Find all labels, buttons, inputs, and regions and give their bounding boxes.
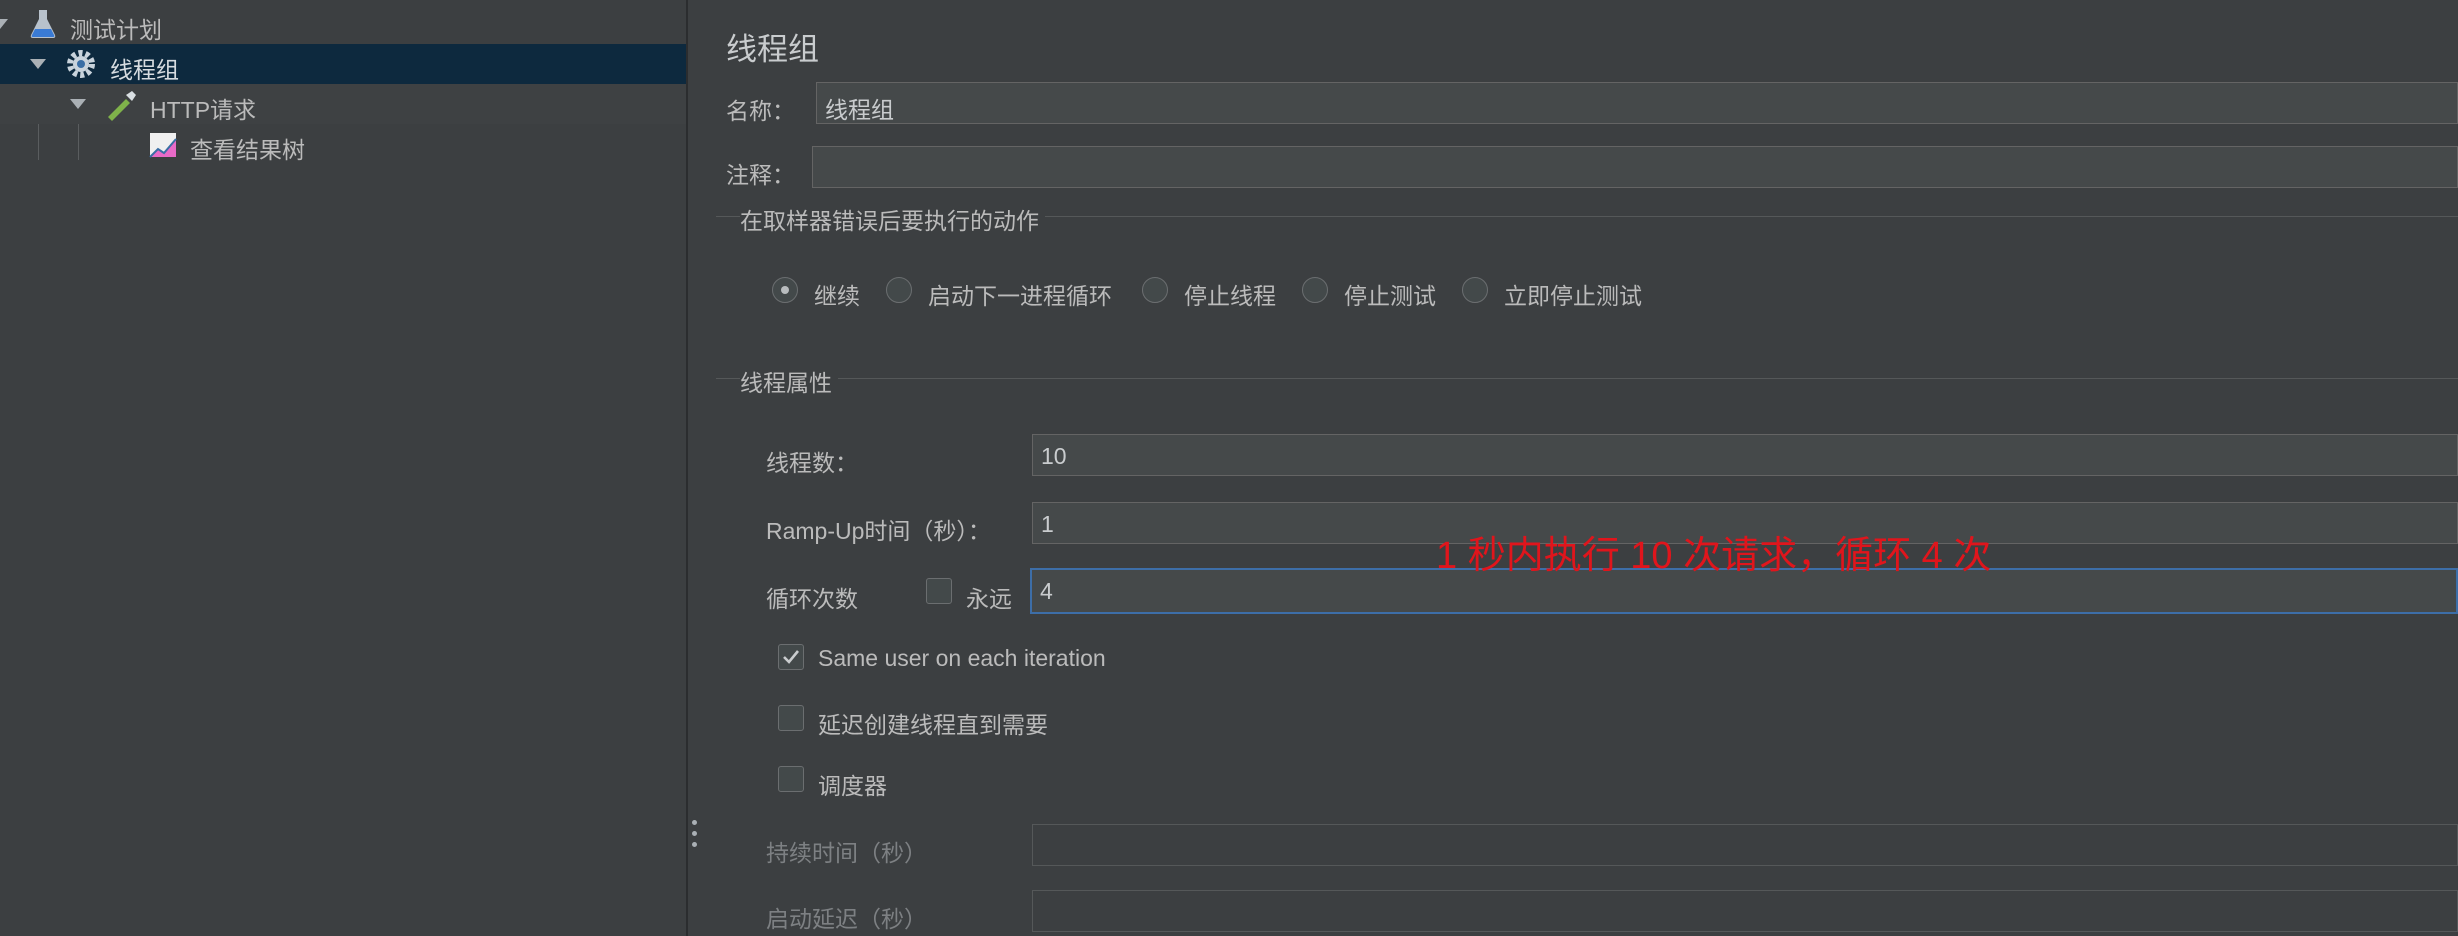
threads-label: 线程数：: [766, 450, 858, 476]
radio-stop-thread[interactable]: [1142, 277, 1168, 303]
loop-count-label: 循环次数: [766, 586, 858, 612]
duration-label: 持续时间（秒）: [766, 840, 927, 866]
comment-field[interactable]: [812, 146, 2458, 188]
name-field[interactable]: 线程组: [816, 82, 2458, 124]
thread-properties-group-title: 线程属性: [740, 364, 838, 398]
tree-item-thread-group[interactable]: 线程组: [0, 44, 686, 84]
radio-continue-label: 继续: [814, 283, 860, 309]
thread-group-panel: 线程组 名称： 线程组 注释： 在取样器错误后要执行的动作 继续 启动下一进程循…: [706, 0, 2458, 936]
checkmark-icon: [783, 650, 800, 664]
radio-stop-test-now-label: 立即停止测试: [1504, 283, 1642, 309]
radio-start-next-loop[interactable]: [886, 277, 912, 303]
tree-item-label: 线程组: [110, 57, 179, 83]
radio-stop-test-label: 停止测试: [1344, 283, 1436, 309]
flask-icon: [30, 10, 56, 38]
tree-item-label: 查看结果树: [190, 137, 305, 163]
duration-input[interactable]: [1032, 824, 2458, 866]
collapse-arrow-icon[interactable]: [70, 99, 86, 109]
threads-input[interactable]: 10: [1032, 434, 2458, 476]
collapse-arrow-icon[interactable]: [0, 19, 8, 29]
error-action-group-title: 在取样器错误后要执行的动作: [740, 202, 1045, 236]
tree-item-label: 测试计划: [70, 17, 162, 43]
panel-splitter[interactable]: [686, 0, 688, 936]
splitter-grip-icon[interactable]: [692, 820, 698, 850]
annotation-text: 1 秒内执行 10 次请求，循环 4 次: [1436, 535, 1992, 577]
page-title: 线程组: [726, 32, 819, 67]
startup-delay-label: 启动延迟（秒）: [766, 906, 927, 932]
radio-stop-test[interactable]: [1302, 277, 1328, 303]
scheduler-checkbox[interactable]: [778, 766, 804, 792]
scheduler-label: 调度器: [818, 773, 887, 799]
radio-continue[interactable]: [772, 277, 798, 303]
tree-item-label: HTTP请求: [150, 97, 257, 123]
radio-start-next-loop-label: 启动下一进程循环: [928, 283, 1112, 309]
tree-item-test-plan[interactable]: 测试计划: [0, 4, 686, 44]
tree-item-http-request[interactable]: HTTP请求: [0, 84, 686, 124]
test-plan-tree: 测试计划 线程组 HTTP请求 查看结果树: [0, 0, 686, 936]
chart-icon: [149, 133, 177, 158]
forever-checkbox[interactable]: [926, 578, 952, 604]
forever-label: 永远: [966, 586, 1012, 612]
startup-delay-input[interactable]: [1032, 890, 2458, 932]
group-divider: [716, 378, 2458, 379]
gear-icon: [67, 50, 95, 78]
rampup-label: Ramp-Up时间（秒）：: [766, 518, 991, 544]
delay-thread-creation-label: 延迟创建线程直到需要: [818, 712, 1048, 738]
pipette-icon: [108, 91, 136, 121]
radio-stop-thread-label: 停止线程: [1184, 283, 1276, 309]
collapse-arrow-icon[interactable]: [30, 59, 46, 69]
delay-thread-creation-checkbox[interactable]: [778, 705, 804, 731]
name-label: 名称：: [726, 98, 795, 124]
comment-label: 注释：: [726, 162, 795, 188]
radio-stop-test-now[interactable]: [1462, 277, 1488, 303]
same-user-checkbox[interactable]: [778, 644, 804, 670]
same-user-label: Same user on each iteration: [818, 645, 1106, 671]
tree-item-view-results-tree[interactable]: 查看结果树: [0, 124, 686, 164]
